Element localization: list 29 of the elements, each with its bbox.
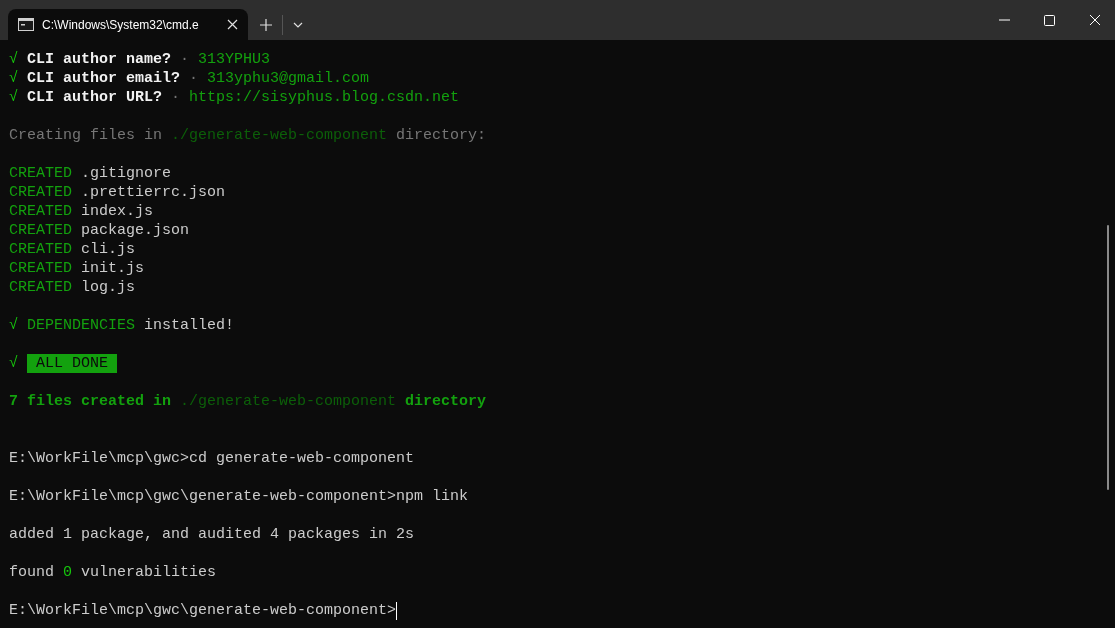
plus-icon[interactable] xyxy=(260,18,272,31)
terminal-text: E:\WorkFile\mcp\gwc\generate-web-component> xyxy=(9,601,397,620)
terminal-line: CREATED package.json xyxy=(9,221,190,240)
terminal-line: CREATED log.js xyxy=(9,278,136,297)
console-icon xyxy=(18,18,34,31)
scrollbar[interactable] xyxy=(1107,225,1109,490)
terminal-line: CREATED index.js xyxy=(9,202,154,221)
text-cursor xyxy=(396,601,398,620)
terminal-line: E:\WorkFile\mcp\gwc>cd generate-web-component xyxy=(9,449,415,468)
terminal-line: CREATED init.js xyxy=(9,259,145,278)
terminal-line: added 1 package, and audited 4 packages in 2s xyxy=(9,525,415,544)
maximize-icon[interactable] xyxy=(1044,14,1055,26)
terminal-line: CREATED .gitignore xyxy=(9,164,172,183)
terminal-line: 7 files created in ./generate-web-component directory xyxy=(9,392,487,411)
terminal-line: √ CLI author email? · 313yphu3@gmail.com xyxy=(9,69,370,88)
terminal-text: √ xyxy=(9,354,19,373)
terminal-line: Creating files in ./generate-web-component directory: xyxy=(9,126,487,145)
terminal-line: CREATED cli.js xyxy=(9,240,136,259)
tab-title: C:\Windows\System32\cmd.e xyxy=(42,16,200,34)
terminal-line: √ CLI author URL? · https://sisyphus.blog.csdn.net xyxy=(9,88,460,107)
terminal-line: √ CLI author name? · 313YPHU3 xyxy=(9,50,271,69)
close-icon[interactable] xyxy=(227,19,238,30)
terminal-line: CREATED .prettierrc.json xyxy=(9,183,226,202)
terminal-line: √ DEPENDENCIES installed! xyxy=(9,316,235,335)
terminal-line: E:\WorkFile\mcp\gwc\generate-web-component>npm link xyxy=(9,487,469,506)
terminal-tab[interactable]: C:\Windows\System32\cmd.e xyxy=(8,9,248,40)
chevron-down-icon[interactable] xyxy=(293,21,303,28)
status-badge: ALL DONE xyxy=(27,354,118,373)
terminal-line: found 0 vulnerabilities xyxy=(9,563,217,582)
